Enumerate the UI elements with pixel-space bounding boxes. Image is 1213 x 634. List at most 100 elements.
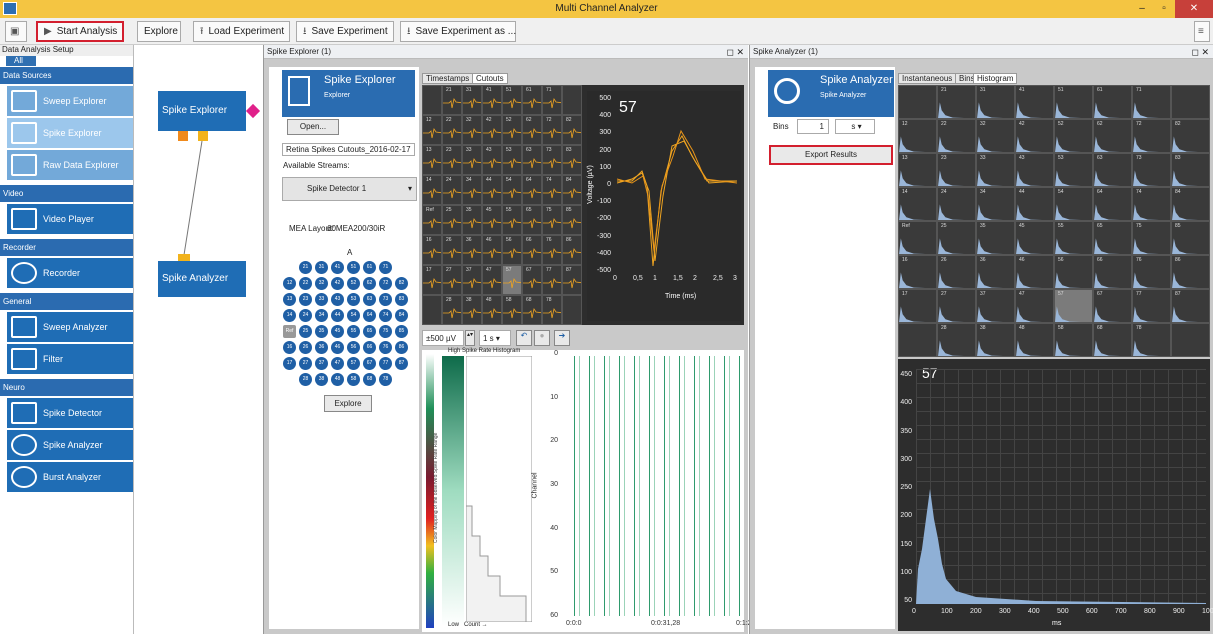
channel-cell[interactable]: 51 [502, 85, 522, 115]
channel-cell[interactable]: 33 [976, 153, 1015, 187]
channel-cell[interactable]: 56 [1054, 255, 1093, 289]
tool-burst-analyzer[interactable]: Burst Analyzer [7, 462, 133, 492]
channel-cell[interactable]: 67 [1093, 289, 1132, 323]
channel-cell[interactable]: 31 [976, 85, 1015, 119]
tab-histogram[interactable]: Histogram [973, 73, 1018, 84]
electrode-dot[interactable]: 22 [299, 277, 312, 290]
channel-cell[interactable]: 21 [937, 85, 976, 119]
channel-cell[interactable]: 75 [1132, 221, 1171, 255]
window-actions[interactable]: ◻ ✕ [1191, 45, 1209, 59]
window-actions[interactable]: ◻ ✕ [726, 45, 744, 59]
electrode-dot[interactable]: 74 [379, 309, 392, 322]
tool-sweep-explorer[interactable]: Sweep Explorer [7, 86, 133, 116]
export-results-button[interactable]: Export Results [769, 145, 893, 165]
channel-cell[interactable]: 77 [1132, 289, 1171, 323]
tab-instantaneous[interactable]: Instantaneous [898, 73, 957, 84]
node-spike-analyzer[interactable]: Spike Analyzer [158, 261, 246, 297]
electrode-dot[interactable]: 34 [315, 309, 328, 322]
electrode-dot[interactable]: 35 [315, 325, 328, 338]
tab-timestamps[interactable]: Timestamps [422, 73, 474, 84]
tool-spike-explorer[interactable]: Spike Explorer [7, 118, 133, 148]
tool-spike-detector[interactable]: Spike Detector [7, 398, 133, 428]
channel-cell[interactable] [422, 85, 442, 115]
channel-cell[interactable]: 16 [898, 255, 937, 289]
electrode-dot[interactable]: 65 [363, 325, 376, 338]
electrode-dot[interactable]: 84 [395, 309, 408, 322]
channel-cell[interactable]: 43 [482, 145, 502, 175]
tool-spike-analyzer[interactable]: Spike Analyzer [7, 430, 133, 460]
channel-cell[interactable]: 76 [1132, 255, 1171, 289]
channel-cell[interactable]: 36 [462, 235, 482, 265]
electrode-dot[interactable]: 42 [331, 277, 344, 290]
channel-cell[interactable]: 14 [898, 187, 937, 221]
channel-cell[interactable]: 62 [1093, 119, 1132, 153]
channel-cell[interactable]: 52 [502, 115, 522, 145]
electrode-dot[interactable]: 71 [379, 261, 392, 274]
channel-cell[interactable]: 43 [1015, 153, 1054, 187]
channel-cell[interactable]: 45 [1015, 221, 1054, 255]
channel-cell[interactable]: 52 [1054, 119, 1093, 153]
electrode-dot[interactable]: 78 [379, 373, 392, 386]
electrode-dot[interactable]: 53 [347, 293, 360, 306]
channel-cell[interactable]: 28 [442, 295, 462, 325]
electrode-dot[interactable]: 64 [363, 309, 376, 322]
channel-cell[interactable]: 48 [1015, 323, 1054, 357]
channel-cell[interactable]: 83 [1171, 153, 1210, 187]
channel-cell[interactable]: 12 [898, 119, 937, 153]
channel-cell[interactable]: 41 [482, 85, 502, 115]
channel-cell[interactable] [1171, 323, 1210, 357]
channel-cell[interactable]: 74 [1132, 187, 1171, 221]
channel-cell[interactable]: 64 [522, 175, 542, 205]
channel-cell[interactable]: 51 [1054, 85, 1093, 119]
channel-cell[interactable]: 63 [522, 145, 542, 175]
spike-rate-range-bar[interactable] [442, 356, 464, 626]
channel-cell[interactable]: 47 [482, 265, 502, 295]
channel-cell[interactable]: 67 [522, 265, 542, 295]
electrode-dot[interactable]: 44 [331, 309, 344, 322]
channel-cell[interactable]: 24 [442, 175, 462, 205]
channel-cell[interactable]: 26 [937, 255, 976, 289]
channel-cell[interactable]: 84 [1171, 187, 1210, 221]
channel-cell[interactable]: 84 [562, 175, 582, 205]
channel-cell[interactable]: 28 [937, 323, 976, 357]
channel-cell[interactable]: 12 [422, 115, 442, 145]
channel-cell[interactable]: 78 [542, 295, 562, 325]
node-spike-explorer[interactable]: Spike Explorer [158, 91, 246, 131]
explore-button[interactable]: Explore [324, 395, 372, 412]
channel-cell[interactable]: 46 [1015, 255, 1054, 289]
channel-cell[interactable]: 34 [462, 175, 482, 205]
electrode-dot[interactable]: 56 [347, 341, 360, 354]
electrode-dot[interactable]: 32 [315, 277, 328, 290]
channel-cell[interactable]: 82 [1171, 119, 1210, 153]
electrode-dot[interactable]: 72 [379, 277, 392, 290]
channel-cell[interactable]: 72 [542, 115, 562, 145]
channel-cell[interactable]: 53 [1054, 153, 1093, 187]
electrode-dot[interactable]: 83 [395, 293, 408, 306]
workflow-canvas[interactable]: Spike Explorer Spike Analyzer [134, 45, 263, 634]
save-experiment-button[interactable]: ⭳ Save Experiment [296, 21, 394, 42]
electrode-dot[interactable]: 45 [331, 325, 344, 338]
channel-cell[interactable]: 23 [442, 145, 462, 175]
channel-cell[interactable]: 25 [442, 205, 462, 235]
channel-cell[interactable]: 38 [976, 323, 1015, 357]
channel-cell[interactable]: 87 [1171, 289, 1210, 323]
channel-cell[interactable]: 61 [1093, 85, 1132, 119]
electrode-dot[interactable]: 57 [347, 357, 360, 370]
electrode-dot[interactable]: 17 [283, 357, 296, 370]
electrode-dot[interactable]: 77 [379, 357, 392, 370]
channel-cell[interactable]: 17 [898, 289, 937, 323]
channel-cell[interactable]: 54 [502, 175, 522, 205]
channel-cell[interactable]: 58 [1054, 323, 1093, 357]
channel-cell[interactable]: 23 [937, 153, 976, 187]
file-name-field[interactable]: Retina Spikes Cutouts_2016-02-17 [282, 143, 415, 156]
tab-cutouts[interactable]: Cutouts [472, 73, 508, 84]
electrode-dot[interactable]: 75 [379, 325, 392, 338]
electrode-dot[interactable]: 23 [299, 293, 312, 306]
channel-cell[interactable]: 74 [542, 175, 562, 205]
channel-cell[interactable]: 57 [502, 265, 522, 295]
output-port[interactable] [245, 103, 261, 119]
electrode-dot[interactable]: 14 [283, 309, 296, 322]
electrode-dot[interactable]: 16 [283, 341, 296, 354]
stop-icon[interactable]: ● [534, 330, 550, 346]
channel-cell[interactable]: 75 [542, 205, 562, 235]
